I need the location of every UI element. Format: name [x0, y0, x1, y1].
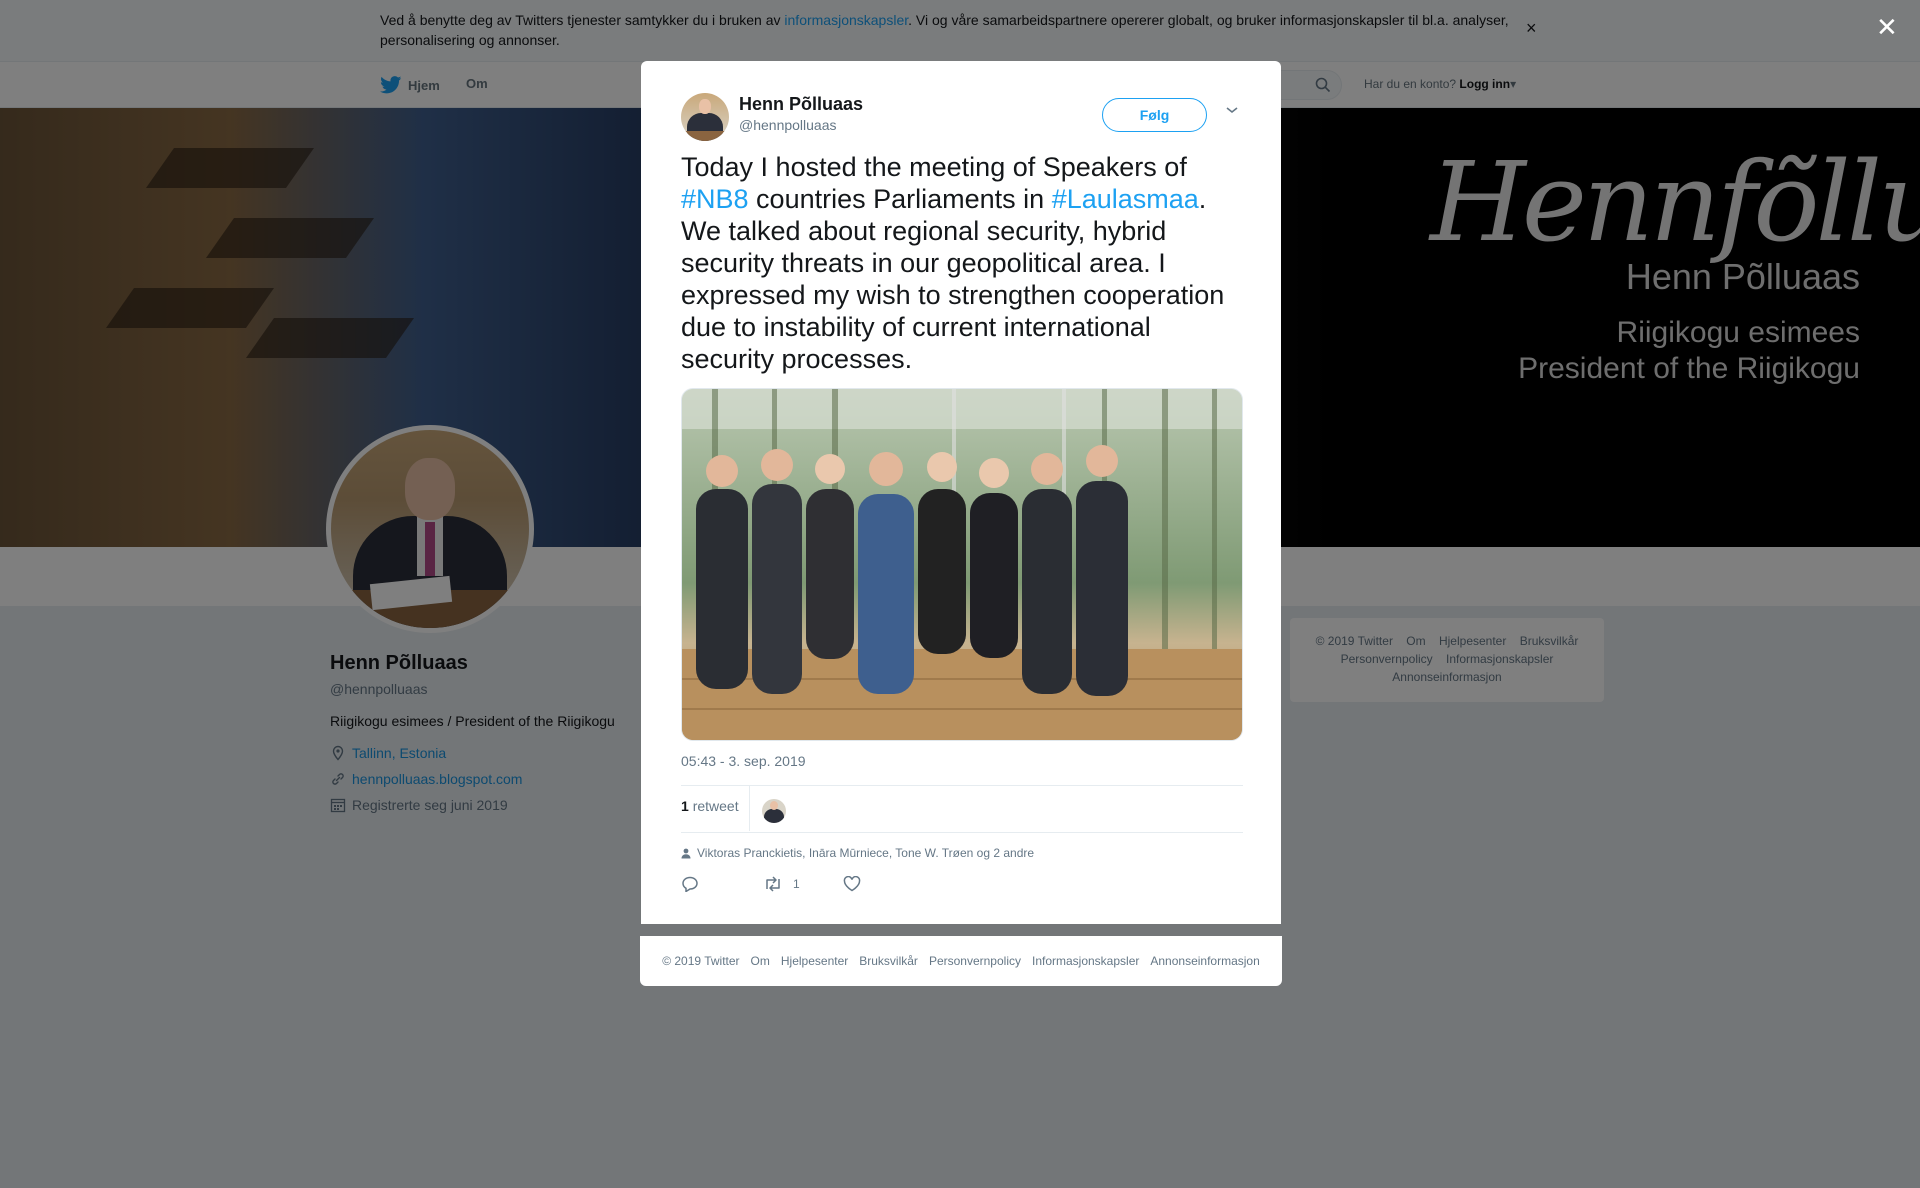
retweeter-avatar[interactable] [762, 799, 786, 823]
tweet-actions: 1 [681, 876, 861, 892]
author-handle[interactable]: @hennpolluaas [739, 117, 837, 133]
retweet-label: retweet [692, 798, 739, 814]
retweet-stats[interactable]: 1 retweet [681, 798, 739, 814]
author-avatar[interactable] [681, 93, 729, 141]
tweet-text: Today I hosted the meeting of Speakers o… [681, 151, 1251, 375]
tweet-modal: Henn Põlluaas @hennpolluaas Følg Today I… [641, 61, 1281, 924]
author-name[interactable]: Henn Põlluaas [739, 94, 863, 115]
tweet-text-part: countries Parliaments in [748, 184, 1052, 214]
tweet-text-part: Today I hosted the meeting of Speakers o… [681, 152, 1187, 182]
hashtag-link[interactable]: #NB8 [681, 184, 749, 214]
modal-footer: © 2019 Twitter Om Hjelpesenter Bruksvilk… [640, 936, 1282, 986]
avatar-suit [764, 809, 784, 823]
footer-link[interactable]: Annonseinformasjon [1150, 954, 1259, 968]
like-button[interactable] [843, 876, 861, 892]
hashtag-link[interactable]: #Laulasmaa [1052, 184, 1199, 214]
tweet-photo[interactable] [681, 388, 1243, 741]
reply-icon [682, 876, 698, 892]
retweet-action-count: 1 [793, 877, 800, 891]
footer-link[interactable]: Personvernpolicy [929, 954, 1021, 968]
footer-link[interactable]: Hjelpesenter [781, 954, 848, 968]
chevron-down-icon[interactable] [1225, 105, 1239, 115]
divider [681, 785, 1243, 786]
retweet-button[interactable]: 1 [763, 876, 843, 892]
tweet-timestamp[interactable]: 05:43 - 3. sep. 2019 [681, 753, 806, 769]
tagged-people[interactable]: Viktoras Pranckietis, Ināra Mūrniece, To… [681, 846, 1034, 860]
close-icon[interactable]: ✕ [1876, 14, 1898, 40]
follow-button[interactable]: Følg [1102, 98, 1207, 132]
footer-link[interactable]: © 2019 Twitter [662, 954, 739, 968]
avatar-face [699, 99, 711, 114]
divider [749, 785, 750, 831]
avatar-face [770, 801, 778, 810]
footer-link[interactable]: Informasjonskapsler [1032, 954, 1139, 968]
footer-link[interactable]: Om [751, 954, 770, 968]
avatar-desk [681, 131, 729, 141]
heart-icon [843, 876, 861, 892]
footer-link[interactable]: Bruksvilkår [859, 954, 918, 968]
retweet-icon [766, 876, 780, 892]
person-icon [681, 848, 691, 858]
divider [681, 832, 1243, 833]
retweet-count: 1 [681, 798, 689, 814]
group-photo [682, 389, 1242, 740]
tagged-people-text: Viktoras Pranckietis, Ināra Mūrniece, To… [697, 846, 1035, 860]
reply-button[interactable] [681, 876, 763, 892]
